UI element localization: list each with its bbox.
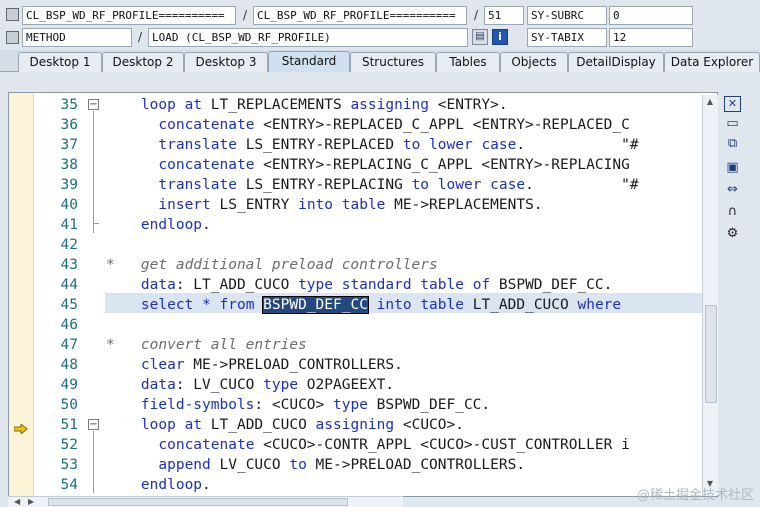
- headset-icon[interactable]: ∩: [724, 204, 741, 220]
- sysfield2-name[interactable]: SY-TABIX: [527, 28, 607, 47]
- settings-icon[interactable]: ⚙: [724, 226, 741, 242]
- line-number: 37: [60, 137, 78, 153]
- code-line[interactable]: endloop.: [106, 475, 699, 495]
- code-line[interactable]: append LV_CUCO to ME->PRELOAD_CONTROLLER…: [106, 455, 699, 475]
- code-line[interactable]: concatenate <ENTRY>-REPLACED_C_APPL <ENT…: [106, 115, 699, 135]
- line-number: 39: [60, 177, 78, 193]
- line-number: 35: [60, 97, 78, 113]
- code-line[interactable]: loop at LT_ADD_CUCO assigning <CUCO>.: [106, 415, 699, 435]
- separator: /: [138, 30, 143, 44]
- tab-standard[interactable]: Standard: [268, 51, 350, 72]
- line-number: 47: [60, 337, 78, 353]
- code-line[interactable]: * get additional preload controllers: [106, 255, 699, 275]
- current-line-arrow-icon: [13, 419, 28, 436]
- copy-icon[interactable]: ⧉: [724, 136, 741, 152]
- code-line[interactable]: data: LV_CUCO type O2PAGEEXT.: [106, 375, 699, 395]
- tab-objects[interactable]: Objects: [500, 52, 568, 72]
- line-number: 52: [60, 437, 78, 453]
- list-icon[interactable]: ▤: [472, 29, 488, 45]
- code-line[interactable]: [106, 315, 699, 335]
- code-line[interactable]: concatenate <ENTRY>-REPLACING_C_APPL <EN…: [106, 155, 699, 175]
- fold-line: [93, 431, 94, 493]
- code-line[interactable]: select * from BSPWD_DEF_CC into table LT…: [106, 295, 699, 315]
- type-select-button[interactable]: [6, 31, 19, 44]
- code-line[interactable]: endloop.: [106, 215, 699, 235]
- sysfield1-value[interactable]: 0: [609, 6, 693, 25]
- tab-desktop-3[interactable]: Desktop 3: [184, 52, 268, 72]
- line-number: 45: [60, 297, 78, 313]
- line-field[interactable]: 51: [484, 6, 524, 25]
- scroll-thumb[interactable]: [705, 305, 717, 403]
- breakpoint-gutter[interactable]: [9, 93, 34, 496]
- code-line[interactable]: loop at LT_REPLACEMENTS assigning <ENTRY…: [106, 95, 699, 115]
- tab-tables[interactable]: Tables: [436, 52, 500, 72]
- event-field[interactable]: LOAD (CL_BSP_WD_RF_PROFILE): [148, 28, 468, 47]
- line-number: 51: [60, 417, 78, 433]
- tab-detaildisplay[interactable]: DetailDisplay: [568, 52, 664, 72]
- line-number: 53: [60, 457, 78, 473]
- line-number: 36: [60, 117, 78, 133]
- code-line[interactable]: concatenate <CUCO>-CONTR_APPL <CUCO>-CUS…: [106, 435, 699, 455]
- scroll-left-icon[interactable]: ◀: [14, 497, 20, 507]
- tab-desktop-1[interactable]: Desktop 1: [18, 52, 102, 72]
- fold-column: − −: [84, 93, 106, 496]
- code-line[interactable]: data: LT_ADD_CUCO type standard table of…: [106, 275, 699, 295]
- sysfield2-value[interactable]: 12: [609, 28, 693, 47]
- hscroll-thumb[interactable]: [48, 498, 348, 506]
- code-line[interactable]: * convert all entries: [106, 335, 699, 355]
- code-line[interactable]: translate LS_ENTRY-REPLACED to lower cas…: [106, 135, 699, 155]
- line-numbers: 35 36 37 38 39 40 41 42 43 44 45 46 47 48 49 50 51 52 53 54: [34, 93, 84, 496]
- fold-line: [93, 111, 94, 233]
- new-window-icon[interactable]: ▭: [724, 116, 741, 132]
- watermark: @稀土掘金技术社区: [636, 488, 754, 503]
- line-number: 38: [60, 157, 78, 173]
- program-field[interactable]: CL_BSP_WD_RF_PROFILE==========: [22, 6, 236, 25]
- scroll-right-icon[interactable]: ▶: [28, 497, 34, 507]
- info-icon[interactable]: i: [492, 29, 508, 45]
- close-icon[interactable]: ✕: [724, 96, 741, 112]
- line-number: 50: [60, 397, 78, 413]
- tab-structures[interactable]: Structures: [350, 52, 436, 72]
- code-line[interactable]: translate LS_ENTRY-REPLACING to lower ca…: [106, 175, 699, 195]
- line-number: 49: [60, 377, 78, 393]
- separator: /: [243, 8, 248, 22]
- vertical-scrollbar[interactable]: ▲ ▼: [702, 95, 718, 495]
- code-editor[interactable]: 35 36 37 38 39 40 41 42 43 44 45 46 47 48 49 50 51 52 53 54…: [8, 92, 718, 497]
- line-number: 44: [60, 277, 78, 293]
- program-select-button[interactable]: [6, 8, 19, 21]
- code-area[interactable]: loop at LT_REPLACEMENTS assigning <ENTRY…: [105, 93, 717, 496]
- resize-icon[interactable]: ⇔: [724, 182, 741, 198]
- line-number: 54: [60, 477, 78, 493]
- tab-desktop-2[interactable]: Desktop 2: [102, 52, 184, 72]
- fullscreen-icon[interactable]: ▣: [724, 160, 741, 176]
- fold-toggle-icon[interactable]: −: [88, 99, 99, 110]
- tab-data-explorer[interactable]: Data Explorer: [664, 52, 760, 72]
- type-field[interactable]: METHOD: [22, 28, 132, 47]
- line-number: 40: [60, 197, 78, 213]
- code-line[interactable]: field-symbols: <CUCO> type BSPWD_DEF_CC.: [106, 395, 699, 415]
- selected-text: BSPWD_DEF_CC: [262, 296, 369, 314]
- tool-column: ✕ ▭ ⧉ ▣ ⇔ ∩ ⚙: [720, 92, 744, 252]
- line-number: 43: [60, 257, 78, 273]
- line-number: 42: [60, 237, 78, 253]
- line-number: 48: [60, 357, 78, 373]
- line-number: 46: [60, 317, 78, 333]
- line-number: 41: [60, 217, 78, 233]
- scroll-up-icon[interactable]: ▲: [705, 97, 715, 107]
- include-field[interactable]: CL_BSP_WD_RF_PROFILE==========: [253, 6, 467, 25]
- code-line[interactable]: insert LS_ENTRY into table ME->REPLACEME…: [106, 195, 699, 215]
- sysfield1-name[interactable]: SY-SUBRC: [527, 6, 607, 25]
- separator: /: [474, 8, 479, 22]
- code-line[interactable]: clear ME->PRELOAD_CONTROLLERS.: [106, 355, 699, 375]
- horizontal-scrollbar[interactable]: ◀ ▶: [8, 496, 403, 507]
- code-line[interactable]: [106, 235, 699, 255]
- fold-toggle-icon[interactable]: −: [88, 419, 99, 430]
